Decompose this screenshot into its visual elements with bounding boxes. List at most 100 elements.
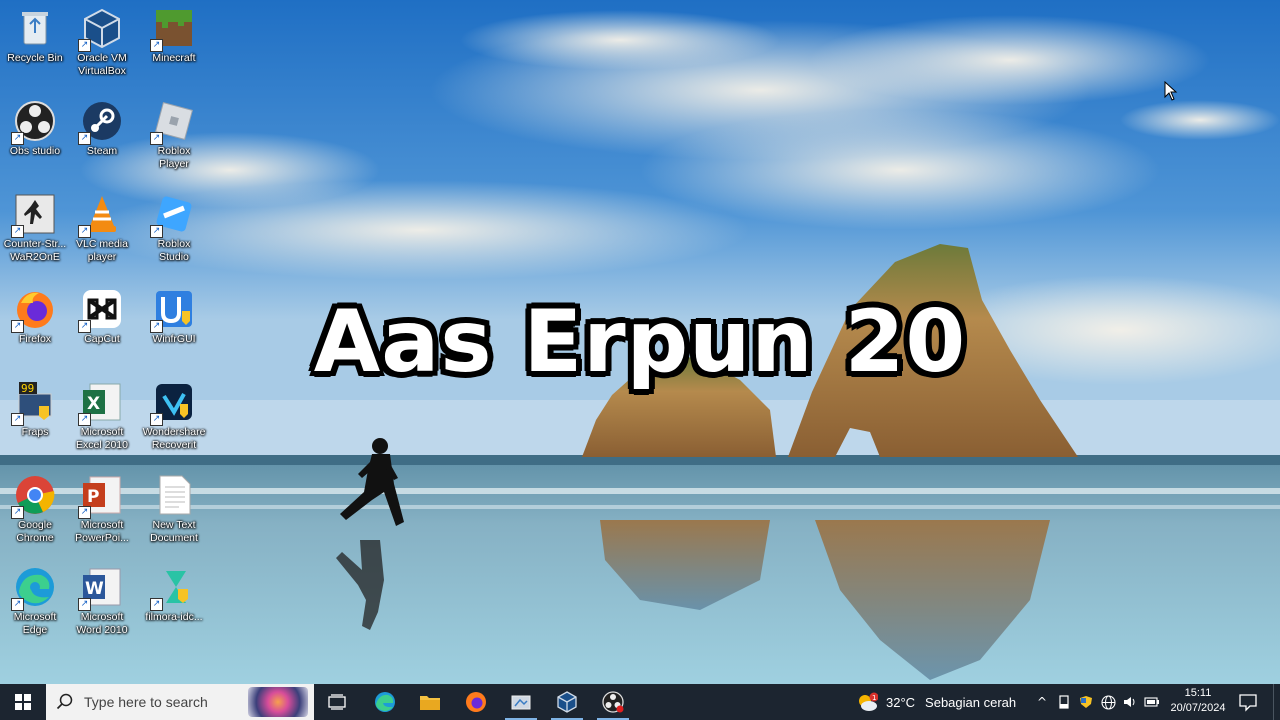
filmora-installer-icon: ↗ <box>150 565 196 611</box>
taskbar: 1 32°C Sebagian cerah ^ 15:11 20/07/2024 <box>0 684 1280 720</box>
desktop-icon-winfrgui[interactable]: ↗ WinfrGUI <box>139 283 209 346</box>
desktop-icon-steam[interactable]: ↗ Steam <box>67 95 137 158</box>
video-overlay-title: Aas Erpun 20 <box>313 292 967 392</box>
task-view-button[interactable] <box>315 684 359 720</box>
capcut-icon: ↗ <box>78 287 124 333</box>
start-button[interactable] <box>0 684 46 720</box>
svg-text:P: P <box>87 487 99 507</box>
security-shield-icon[interactable] <box>1078 694 1094 710</box>
winfrgui-icon: ↗ <box>150 287 196 333</box>
search-input[interactable] <box>82 693 256 711</box>
network-globe-icon[interactable] <box>1100 694 1116 710</box>
shortcut-arrow-icon: ↗ <box>11 413 24 426</box>
shortcut-arrow-icon: ↗ <box>78 413 91 426</box>
notification-center-button[interactable] <box>1238 692 1258 712</box>
show-desktop-button[interactable] <box>1273 684 1280 720</box>
svg-text:W: W <box>85 579 104 599</box>
chrome-icon: ↗ <box>11 473 57 519</box>
desktop-icon-label: Microsoft Edge <box>13 611 57 636</box>
desktop-icon-label: Roblox Studio <box>157 238 191 263</box>
partly-sunny-weather-icon: 1 <box>859 692 878 711</box>
recycle-bin-icon <box>13 6 57 50</box>
desktop-icon-edge[interactable]: ↗ Microsoft Edge <box>0 561 70 637</box>
firefox-icon: ↗ <box>11 287 57 333</box>
shortcut-arrow-icon: ↗ <box>150 132 163 145</box>
vlc-icon: ↗ <box>78 192 124 238</box>
search-icon <box>56 693 73 710</box>
word-icon: W ↗ <box>78 565 124 611</box>
shortcut-arrow-icon: ↗ <box>78 320 91 333</box>
desktop-icon-label: WinfrGUI <box>152 333 196 345</box>
desktop-icon-label: Roblox Player <box>157 145 191 170</box>
desktop-icon-label: Minecraft <box>152 52 196 64</box>
battery-plug-icon[interactable] <box>1144 694 1160 710</box>
taskbar-clock[interactable]: 15:11 20/07/2024 <box>1160 686 1236 718</box>
usb-device-icon[interactable] <box>1056 694 1072 710</box>
desktop-icon-label: Wondershare Recoverit <box>142 426 206 451</box>
shortcut-arrow-icon: ↗ <box>150 320 163 333</box>
shortcut-arrow-icon: ↗ <box>11 320 24 333</box>
shortcut-arrow-icon: ↗ <box>78 39 91 52</box>
desktop-icon-label: New Text Document <box>150 519 198 544</box>
taskbar-app-screen-capture[interactable] <box>499 684 543 720</box>
desktop-icon-counter-strike[interactable]: ↗ Counter-Str... WaR2OnE <box>0 188 70 264</box>
desktop-icon-recycle-bin[interactable]: Recycle Bin <box>0 2 70 65</box>
taskbar-app-firefox[interactable] <box>454 684 498 720</box>
recoverit-icon: ↗ <box>150 380 196 426</box>
desktop-icon-label: VLC media player <box>76 238 128 263</box>
task-view-icon <box>328 694 346 710</box>
firefox-icon <box>466 692 486 712</box>
shortcut-arrow-icon: ↗ <box>78 598 91 611</box>
virtualbox-icon <box>557 691 577 713</box>
desktop-icon-new-text-document[interactable]: New Text Document <box>139 469 209 545</box>
minecraft-icon: ↗ <box>150 6 196 52</box>
shortcut-arrow-icon: ↗ <box>150 413 163 426</box>
desktop-icon-powerpoint[interactable]: P ↗ Microsoft PowerPoi... <box>67 469 137 545</box>
fraps-icon: 99 ↗ <box>11 380 57 426</box>
desktop-icon-excel[interactable]: X ↗ Microsoft Excel 2010 <box>67 376 137 452</box>
search-highlight-image[interactable] <box>248 687 308 717</box>
steam-icon: ↗ <box>78 99 124 145</box>
desktop-icon-firefox[interactable]: ↗ Firefox <box>0 283 70 346</box>
desktop-icon-grid: Recycle Bin ↗ Oracle VM VirtualBox ↗ Min… <box>0 0 220 684</box>
mouse-cursor-icon <box>1164 80 1178 101</box>
desktop-icon-roblox-player[interactable]: ↗ Roblox Player <box>139 95 209 171</box>
windows-logo-icon <box>15 694 31 710</box>
notification-speech-bubble-icon <box>1239 694 1257 712</box>
taskbar-app-obs-studio[interactable] <box>591 684 635 720</box>
desktop-icon-chrome[interactable]: ↗ Google Chrome <box>0 469 70 545</box>
weather-widget[interactable]: 1 32°C Sebagian cerah <box>856 684 1016 720</box>
desktop-icon-filmora-installer[interactable]: ↗ filmora-idc... <box>139 561 209 624</box>
taskbar-app-edge[interactable] <box>363 684 407 720</box>
desktop-icon-virtualbox[interactable]: ↗ Oracle VM VirtualBox <box>67 2 137 78</box>
shortcut-arrow-icon: ↗ <box>150 225 163 238</box>
desktop-icon-obs-studio[interactable]: ↗ Obs studio <box>0 95 70 158</box>
taskbar-search-box[interactable] <box>46 684 314 720</box>
desktop-icon-label: filmora-idc... <box>145 611 203 623</box>
desktop-icon-label: CapCut <box>84 333 120 345</box>
shortcut-arrow-icon: ↗ <box>150 39 163 52</box>
file-explorer-icon <box>420 696 440 710</box>
desktop-icon-fraps[interactable]: 99 ↗ Fraps <box>0 376 70 439</box>
shortcut-arrow-icon: ↗ <box>78 506 91 519</box>
desktop-icon-minecraft[interactable]: ↗ Minecraft <box>139 2 209 65</box>
desktop-icon-recoverit[interactable]: ↗ Wondershare Recoverit <box>139 376 209 452</box>
volume-speaker-icon[interactable] <box>1122 694 1138 710</box>
clock-time: 15:11 <box>1184 687 1212 699</box>
taskbar-app-file-explorer[interactable] <box>408 684 452 720</box>
screen-capture-icon <box>511 695 531 710</box>
text-document-icon <box>152 473 196 517</box>
desktop-icon-label: Steam <box>86 145 118 157</box>
desktop-icon-roblox-studio[interactable]: ↗ Roblox Studio <box>139 188 209 264</box>
obs-studio-icon: ↗ <box>11 99 57 145</box>
show-hidden-icons-chevron-up-icon[interactable]: ^ <box>1034 694 1050 710</box>
desktop-icon-label: Counter-Str... WaR2OnE <box>3 238 67 263</box>
svg-text:X: X <box>87 394 100 414</box>
desktop-icon-vlc[interactable]: ↗ VLC media player <box>67 188 137 264</box>
desktop-icon-capcut[interactable]: ↗ CapCut <box>67 283 137 346</box>
taskbar-app-virtualbox[interactable] <box>545 684 589 720</box>
desktop-icon-word[interactable]: W ↗ Microsoft Word 2010 <box>67 561 137 637</box>
shortcut-arrow-icon: ↗ <box>11 506 24 519</box>
svg-text:99: 99 <box>21 382 34 395</box>
shortcut-arrow-icon: ↗ <box>11 225 24 238</box>
